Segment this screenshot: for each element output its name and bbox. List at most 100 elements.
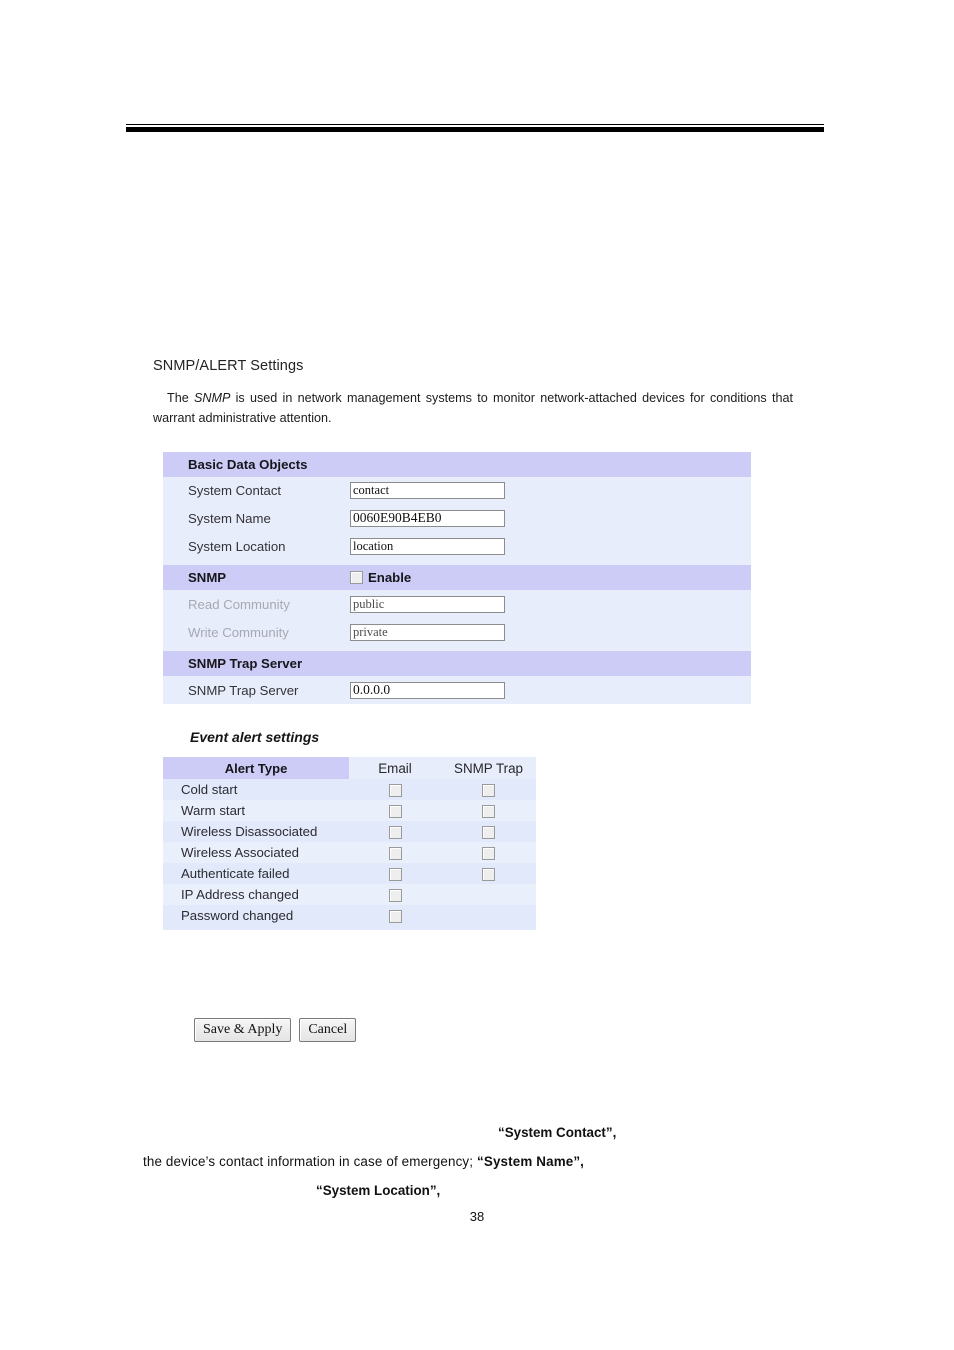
snmp-trap-alert-checkbox[interactable] xyxy=(482,784,495,798)
snmp-enable-label: Enable xyxy=(368,570,412,585)
snmp-trap-alert-checkbox[interactable] xyxy=(482,847,495,861)
email-alert-checkbox[interactable] xyxy=(388,847,402,861)
label-system-contact: System Contact xyxy=(174,477,350,504)
row-system-location: System Location xyxy=(163,532,752,560)
alert-table-row: Password changed xyxy=(163,905,536,926)
alert-cell-snmp-trap xyxy=(441,800,536,821)
label-write-community: Write Community xyxy=(174,618,350,646)
alert-table-row: IP Address changed xyxy=(163,884,536,905)
system-name-input[interactable] xyxy=(350,509,505,527)
snmp-trap-alert-checkbox[interactable] xyxy=(482,868,495,882)
email-alert-checkbox[interactable] xyxy=(388,910,402,924)
read-community-input[interactable] xyxy=(350,595,505,613)
description-term-snmp: SNMP xyxy=(193,391,231,405)
rest-cell xyxy=(540,618,752,646)
page-title: SNMP/ALERT Settings xyxy=(153,358,304,374)
alert-col-header-email: Email xyxy=(349,757,441,779)
doc-line-3: “System Location”, xyxy=(316,1183,440,1198)
gutter-cell xyxy=(163,590,174,618)
email-alert-checkbox[interactable] xyxy=(388,826,402,840)
field-cell-system-location xyxy=(350,532,540,560)
page-number: 38 xyxy=(469,1209,485,1224)
section-title-basic-data-objects: Basic Data Objects xyxy=(174,452,752,477)
gutter-cell xyxy=(163,504,174,532)
row-write-community: Write Community xyxy=(163,618,752,646)
label-snmp-trap-server: SNMP Trap Server xyxy=(174,676,350,704)
email-alert-checkbox[interactable] xyxy=(388,784,402,798)
snmp-alert-settings-screenshot: SNMP/ALERT Settings The SNMP is used in … xyxy=(0,0,954,1350)
save-and-apply-button[interactable]: Save & Apply xyxy=(194,1018,292,1042)
snmp-trap-server-input[interactable] xyxy=(350,681,505,699)
rest-cell xyxy=(540,532,752,560)
rest-cell xyxy=(540,504,752,532)
doc-term-system-name: “System Name”, xyxy=(477,1154,585,1169)
field-cell-system-contact xyxy=(350,477,540,504)
section-header-basic-data-objects: Basic Data Objects xyxy=(163,452,752,477)
cancel-button[interactable]: Cancel xyxy=(299,1018,357,1042)
row-snmp-trap-server: SNMP Trap Server xyxy=(163,676,752,704)
gutter-cell xyxy=(163,477,174,504)
alert-table-row: Authenticate failed xyxy=(163,863,536,884)
snmp-trap-alert-checkbox[interactable] xyxy=(482,805,495,819)
gutter-cell xyxy=(163,676,174,704)
rest-cell xyxy=(540,590,752,618)
alert-cell-snmp-trap xyxy=(441,884,536,905)
snmp-enable-cell: Enable xyxy=(350,565,752,590)
gutter-cell xyxy=(163,651,174,676)
alert-cell-email xyxy=(349,821,441,842)
doc-term-system-contact: “System Contact”, xyxy=(498,1125,617,1140)
alert-table-row: Wireless Disassociated xyxy=(163,821,536,842)
email-alert-checkbox[interactable] xyxy=(388,805,402,819)
field-cell-read-community xyxy=(350,590,540,618)
alert-cell-email xyxy=(349,842,441,863)
page-description: The SNMP is used in network management s… xyxy=(153,388,793,428)
rest-cell xyxy=(540,477,752,504)
alert-col-header-alert-type: Alert Type xyxy=(163,757,349,779)
system-contact-input[interactable] xyxy=(350,482,505,500)
alert-type-label: Wireless Disassociated xyxy=(163,821,349,842)
field-cell-system-name xyxy=(350,504,540,532)
snmp-settings-table: Basic Data Objects System Contact System… xyxy=(163,452,752,704)
alert-cell-email xyxy=(349,800,441,821)
alert-table-row: Warm start xyxy=(163,800,536,821)
alert-table-row: Cold start xyxy=(163,779,536,800)
description-lead: The xyxy=(167,391,194,405)
description-rest: is used in network management systems to… xyxy=(153,391,793,425)
row-system-contact: System Contact xyxy=(163,477,752,504)
section-title-snmp-trap-server: SNMP Trap Server xyxy=(174,651,752,676)
doc-term-system-location: “System Location”, xyxy=(316,1183,441,1198)
row-read-community: Read Community xyxy=(163,590,752,618)
section-title-snmp: SNMP xyxy=(174,565,350,590)
snmp-trap-alert-checkbox[interactable] xyxy=(482,826,495,840)
alert-table-header-row: Alert Type Email SNMP Trap xyxy=(163,757,536,779)
field-cell-snmp-trap-server xyxy=(350,676,540,704)
email-alert-checkbox[interactable] xyxy=(388,868,402,882)
section-header-snmp-trap-server: SNMP Trap Server xyxy=(163,651,752,676)
alert-cell-snmp-trap xyxy=(441,842,536,863)
section-header-snmp: SNMP Enable xyxy=(163,565,752,590)
alert-type-label: Cold start xyxy=(163,779,349,800)
alert-cell-snmp-trap xyxy=(441,779,536,800)
gutter-cell xyxy=(163,618,174,646)
email-alert-checkbox[interactable] xyxy=(388,889,402,903)
write-community-input[interactable] xyxy=(350,623,505,641)
alert-type-label: IP Address changed xyxy=(163,884,349,905)
gutter-cell xyxy=(163,565,174,590)
gutter-cell xyxy=(163,452,174,477)
alert-type-label: Password changed xyxy=(163,905,349,926)
gutter-cell xyxy=(163,532,174,560)
alert-type-label: Warm start xyxy=(163,800,349,821)
label-system-location: System Location xyxy=(174,532,350,560)
alert-cell-email xyxy=(349,884,441,905)
alert-cell-snmp-trap xyxy=(441,863,536,884)
alert-cell-snmp-trap xyxy=(441,821,536,842)
alert-table-footer-row xyxy=(163,926,536,930)
alert-col-header-snmp-trap: SNMP Trap xyxy=(441,757,536,779)
event-alert-settings-title: Event alert settings xyxy=(190,729,320,745)
row-system-name: System Name xyxy=(163,504,752,532)
snmp-enable-checkbox[interactable] xyxy=(350,571,363,584)
event-alert-table: Alert Type Email SNMP Trap Cold start War… xyxy=(163,757,536,930)
system-location-input[interactable] xyxy=(350,537,505,555)
field-cell-write-community xyxy=(350,618,540,646)
rest-cell xyxy=(540,676,752,704)
